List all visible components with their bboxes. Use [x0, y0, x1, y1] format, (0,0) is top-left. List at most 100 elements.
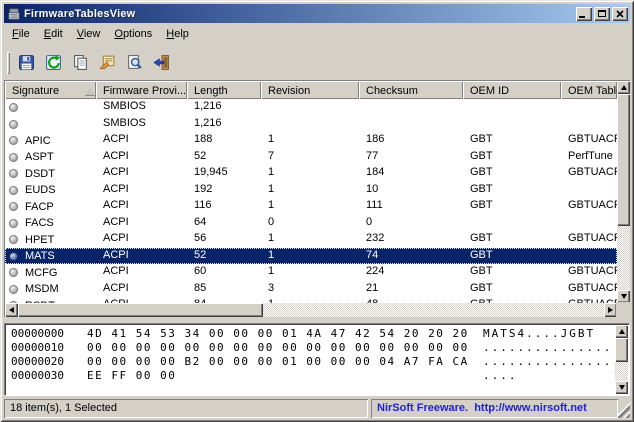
column-header-signature[interactable]: Signature [5, 81, 96, 99]
maximize-button[interactable] [594, 7, 610, 21]
resize-grip[interactable] [618, 399, 630, 418]
hex-line[interactable]: 000000004D 41 54 53 34 00 00 00 01 4A 47… [7, 327, 613, 341]
cell-signature: HPET [5, 231, 96, 248]
hex-scroll-up-button[interactable] [615, 325, 628, 338]
find-button[interactable] [122, 51, 147, 75]
column-header-oem-id[interactable]: OEM ID [463, 81, 561, 99]
menu-view[interactable]: View [70, 26, 108, 43]
cell-checksum: 21 [359, 281, 463, 298]
cell-text: APIC [25, 135, 51, 147]
title-bar[interactable]: FirmwareTablesView [4, 4, 630, 23]
properties-button[interactable] [95, 51, 120, 75]
horizontal-scroll-thumb[interactable] [18, 303, 263, 317]
table-row-FACP[interactable]: FACPACPI1161111GBTGBTUACPI [5, 198, 617, 215]
table-item-icon [9, 120, 18, 129]
menu-help[interactable]: Help [159, 26, 196, 43]
hex-line[interactable]: 0000001000 00 00 00 00 00 00 00 00 00 00… [7, 341, 613, 355]
cell-provider: ACPI [96, 182, 187, 199]
cell-oem_table: PerfTune [561, 149, 617, 166]
cell-oem_table: GBTUACPI [561, 231, 617, 248]
cell-length: 192 [187, 182, 261, 199]
table-row-DSDT[interactable]: DSDTACPI19,9451184GBTGBTUACPI [5, 165, 617, 182]
cell-checksum: 10 [359, 182, 463, 199]
hex-bytes: EE FF 00 00 [87, 369, 176, 382]
table-row-MATS[interactable]: MATSACPI52174GBT [5, 248, 617, 265]
cell-signature [5, 116, 96, 133]
column-header-revision[interactable]: Revision [261, 81, 359, 99]
table-header: Signature Firmware Provi...LengthRevision… [5, 81, 617, 99]
cell-checksum: 232 [359, 231, 463, 248]
cell-revision: 1 [261, 165, 359, 182]
refresh-button[interactable] [41, 51, 66, 75]
cell-revision: 1 [261, 231, 359, 248]
table-row-smbios-0[interactable]: SMBIOS1,216 [5, 99, 617, 116]
hex-line[interactable]: 00000030EE FF 00 00.... [7, 369, 613, 383]
table-row-FACS[interactable]: FACSACPI6400 [5, 215, 617, 232]
exit-button[interactable] [149, 51, 174, 75]
column-header-oem-table[interactable]: OEM Table [561, 81, 617, 99]
menu-options[interactable]: Options [107, 26, 159, 43]
column-header-label: Signature [12, 85, 59, 97]
cell-length: 52 [187, 149, 261, 166]
column-header-label: OEM Table [568, 85, 617, 97]
horizontal-scrollbar[interactable] [5, 303, 617, 317]
table-row-MCFG[interactable]: MCFGACPI601224GBTGBTUACPI [5, 264, 617, 281]
table-row-smbios-1[interactable]: SMBIOS1,216 [5, 116, 617, 133]
vertical-scrollbar[interactable] [617, 81, 630, 303]
toolbar-grip[interactable] [7, 52, 10, 74]
cell-oem_id: GBT [463, 281, 561, 298]
scroll-up-button[interactable] [617, 81, 630, 94]
cell-oem_table: GBTUACPI [561, 281, 617, 298]
table-row-MSDM[interactable]: MSDMACPI85321GBTGBTUACPI [5, 281, 617, 298]
hex-bytes: 00 00 00 00 B2 00 00 00 01 00 00 00 04 A… [87, 355, 469, 368]
vertical-scroll-thumb[interactable] [617, 94, 630, 226]
status-text: 18 item(s), 1 Selected [10, 402, 117, 414]
cell-oem_table: GBTUACPI [561, 132, 617, 149]
close-button[interactable] [612, 7, 628, 21]
arrow-up-icon [619, 329, 625, 334]
menu-bar: FileEditViewOptionsHelp [4, 24, 630, 45]
arrow-left-icon [9, 307, 14, 313]
copy-button[interactable] [68, 51, 93, 75]
hex-offset: 00000000 [11, 327, 64, 340]
cell-oem_id: GBT [463, 149, 561, 166]
cell-text: DSDT [25, 168, 55, 180]
table-item-icon [9, 103, 18, 112]
cell-oem_table: GBTUACPI [561, 165, 617, 182]
hex-scrollbar[interactable] [615, 325, 628, 394]
cell-signature: DSDT [5, 165, 96, 182]
menu-edit[interactable]: Edit [37, 26, 70, 43]
minimize-button[interactable] [576, 7, 592, 21]
table-row-APIC[interactable]: APICACPI1881186GBTGBTUACPI [5, 132, 617, 149]
column-header-checksum[interactable]: Checksum [359, 81, 463, 99]
table-row-HPET[interactable]: HPETACPI561232GBTGBTUACPI [5, 231, 617, 248]
column-header-length[interactable]: Length [187, 81, 261, 99]
save-button[interactable] [14, 51, 39, 75]
column-header-firmware-provi[interactable]: Firmware Provi... [96, 81, 187, 99]
cell-oem_id [463, 215, 561, 232]
cell-text: HPET [25, 234, 54, 246]
hex-scroll-thumb[interactable] [615, 338, 628, 362]
menu-file[interactable]: File [5, 26, 37, 43]
hex-lines: 000000004D 41 54 53 34 00 00 00 01 4A 47… [7, 327, 613, 393]
cell-length: 64 [187, 215, 261, 232]
status-nirsoft-link[interactable]: NirSoft Freeware. http://www.nirsoft.net [371, 399, 618, 418]
table-row-ASPT[interactable]: ASPTACPI52777GBTPerfTune [5, 149, 617, 166]
hex-scroll-down-button[interactable] [615, 381, 628, 394]
cell-checksum: 0 [359, 215, 463, 232]
table-item-icon [9, 153, 18, 162]
window-title: FirmwareTablesView [24, 8, 576, 20]
refresh-icon [45, 54, 62, 71]
cell-oem_id: GBT [463, 248, 561, 265]
toolbar [4, 45, 630, 80]
cell-oem_table [561, 99, 617, 116]
table-row-EUDS[interactable]: EUDSACPI192110GBT [5, 182, 617, 199]
hex-line[interactable]: 0000002000 00 00 00 B2 00 00 00 01 00 00… [7, 355, 613, 369]
scrollbar-corner [616, 302, 630, 317]
maximize-icon [598, 10, 606, 17]
cell-oem_table: GBTUACPI [561, 264, 617, 281]
cell-signature: MSDM [5, 281, 96, 298]
scroll-left-button[interactable] [5, 303, 18, 317]
cell-length: 1,216 [187, 116, 261, 133]
arrow-down-icon [619, 385, 625, 390]
